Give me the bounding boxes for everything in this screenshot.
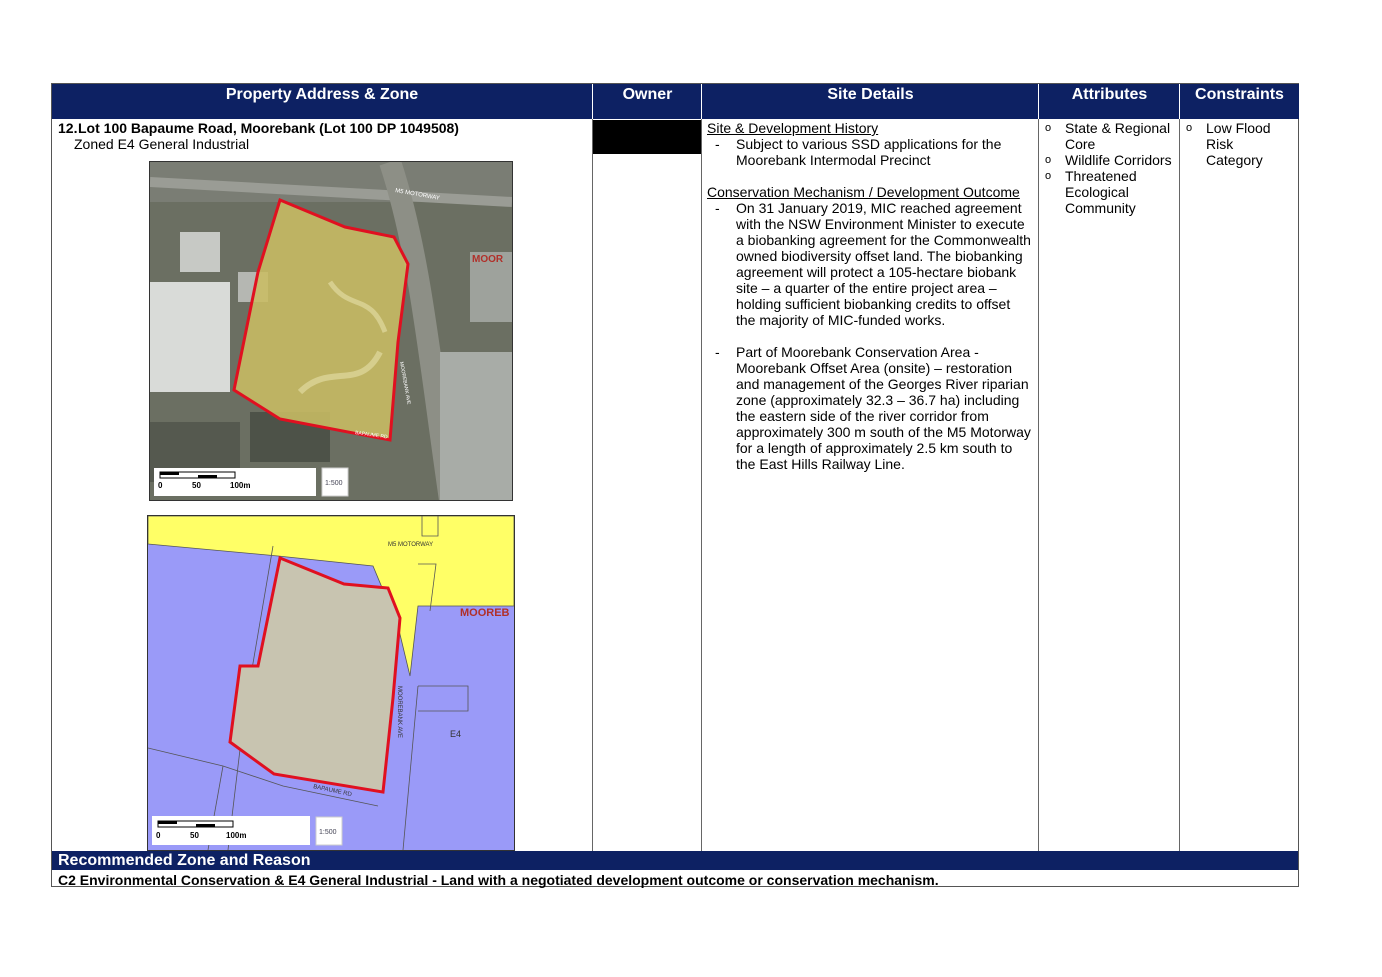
- aerial-scale-ratio: 1:500: [325, 480, 343, 487]
- attribute-3-line-1: Threatened: [1065, 168, 1137, 184]
- conservation-item-1-line-5: agreement will protect a 105-hectare bio…: [736, 264, 1017, 280]
- conservation-item-2-line-5: the eastern side of the river corridor f…: [736, 408, 989, 424]
- zoning-label-zone: E4: [450, 729, 461, 739]
- conservation-item-2: Part of Moorebank Conservation Area - Mo…: [736, 344, 1031, 472]
- conservation-dash-2: -: [715, 344, 720, 360]
- constraint-bullet-1: o: [1186, 122, 1193, 134]
- divider-owner: [592, 119, 593, 851]
- attribute-bullet-3: o: [1045, 170, 1052, 182]
- property-table: Property Address & Zone Owner Site Detai…: [51, 83, 1299, 888]
- divider-attributes: [1038, 119, 1039, 851]
- conservation-item-2-line-6: approximately 300 m south of the M5 Moto…: [736, 424, 1031, 440]
- zoning-scale-tick-50: 50: [190, 831, 199, 840]
- attribute-bullet-2: o: [1045, 154, 1052, 166]
- header-owner: Owner: [592, 84, 702, 119]
- divider-site: [701, 119, 702, 851]
- attribute-bullet-1: o: [1045, 122, 1052, 134]
- zoning-scale-tick-100: 100m: [226, 831, 246, 840]
- recommendation-heading: Recommended Zone and Reason: [52, 851, 1298, 870]
- zoning-scale-tick-0: 0: [156, 831, 161, 840]
- conservation-item-2-line-7: for a length of approximately 2.5 km sou…: [736, 440, 1013, 456]
- conservation-item-1-line-6: site – a quarter of the entire project a…: [736, 280, 997, 296]
- aerial-scale-tick-50: 50: [192, 481, 201, 490]
- conservation-heading: Conservation Mechanism / Development Out…: [707, 184, 1020, 200]
- zoning-map: M5 MOTORWAY MOOREB MOOREBANK AVE BAPAUME…: [147, 515, 515, 851]
- header-address: Property Address & Zone: [52, 84, 592, 119]
- attribute-1-line-1: State & Regional: [1065, 120, 1171, 136]
- property-number: 12.: [58, 120, 78, 136]
- constraint-1-line-2: Risk: [1206, 136, 1234, 152]
- zoning-scale-ratio: 1:500: [319, 829, 337, 836]
- history-item-1-line-1: Subject to various SSD applications for …: [736, 136, 1002, 152]
- conservation-item-1-line-8: the majority of MIC-funded works.: [736, 312, 946, 328]
- header-constraints: Constraints: [1179, 84, 1299, 119]
- attribute-2-line-1: Wildlife Corridors: [1065, 152, 1172, 168]
- zoning-label-road-ave: MOOREBANK AVE: [396, 686, 402, 738]
- zoning-label-suburb: MOOREB: [460, 607, 510, 619]
- conservation-dash-1: -: [715, 200, 720, 216]
- header-site-details: Site Details: [701, 84, 1039, 119]
- conservation-item-1: On 31 January 2019, MIC reached agreemen…: [736, 200, 1031, 328]
- header-attributes: Attributes: [1038, 84, 1180, 119]
- aerial-map: M5 MOTORWAY MOOR MOOREBANK AVE BAPAUME R…: [149, 161, 513, 501]
- attribute-3-line-2: Ecological: [1065, 184, 1129, 200]
- property-title: Lot 100 Bapaume Road, Moorebank (Lot 100…: [78, 120, 459, 136]
- conservation-item-2-line-4: zone (approximately 32.3 – 36.7 ha) incl…: [736, 392, 1020, 408]
- history-heading: Site & Development History: [707, 120, 879, 136]
- history-dash-1: -: [715, 136, 720, 152]
- divider-constraints: [1179, 119, 1180, 851]
- conservation-item-2-line-8: the East Hills Railway Line.: [736, 456, 905, 472]
- conservation-item-2-line-3: and management of the Georges River ripa…: [736, 376, 1029, 392]
- aerial-scale-tick-0: 0: [158, 481, 163, 490]
- aerial-label-suburb: MOOR: [472, 254, 504, 265]
- conservation-item-2-line-1: Part of Moorebank Conservation Area -: [736, 344, 979, 360]
- aerial-map-graphic: M5 MOTORWAY MOOR MOOREBANK AVE BAPAUME R…: [150, 162, 512, 500]
- zoning-map-graphic: M5 MOTORWAY MOOREB MOOREBANK AVE BAPAUME…: [148, 516, 514, 850]
- conservation-item-1-line-1: On 31 January 2019, MIC reached agreemen…: [736, 200, 1022, 216]
- history-item-1-line-2: Moorebank Intermodal Precinct: [736, 152, 931, 168]
- constraint-1-line-1: Low Flood: [1206, 120, 1271, 136]
- constraint-1-line-3: Category: [1206, 152, 1263, 168]
- aerial-scale-tick-100: 100m: [230, 481, 250, 490]
- conservation-item-1-line-3: a biobanking agreement for the Commonwea…: [736, 232, 1031, 248]
- attribute-3-line-3: Community: [1065, 200, 1136, 216]
- conservation-item-1-line-7: holding sufficient biobanking credits to…: [736, 296, 1011, 312]
- attribute-1-line-2: Core: [1065, 136, 1096, 152]
- zoning-label-motorway: M5 MOTORWAY: [388, 542, 433, 548]
- conservation-item-1-line-2: with the NSW Environment Minister to exe…: [736, 216, 1025, 232]
- owner-redacted: [593, 120, 701, 154]
- conservation-item-2-line-2: Moorebank Offset Area (onsite) – restora…: [736, 360, 1012, 376]
- conservation-item-1-line-4: owned biodiversity offset land. The biob…: [736, 248, 1023, 264]
- recommendation-text: C2 Environmental Conservation & E4 Gener…: [58, 872, 939, 888]
- property-zone: Zoned E4 General Industrial: [74, 136, 250, 152]
